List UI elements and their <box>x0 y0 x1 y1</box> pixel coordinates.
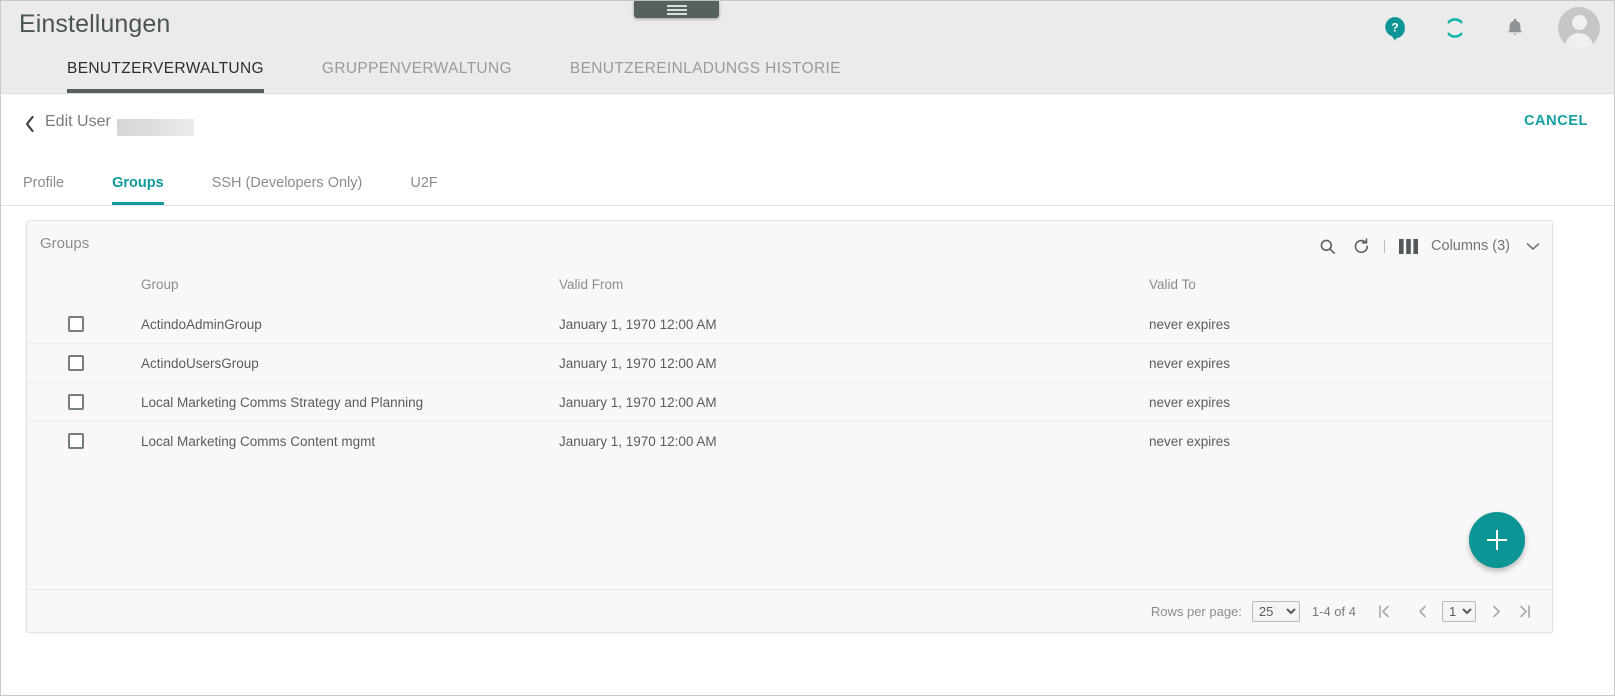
tab-profile[interactable]: Profile <box>23 175 64 205</box>
row-checkbox-cell <box>27 421 84 460</box>
tab-benutzerverwaltung[interactable]: BENUTZERVERWALTUNG <box>67 60 264 93</box>
notifications-bell-icon[interactable] <box>1498 11 1532 45</box>
tab-benutzereinladungs-historie[interactable]: BENUTZEREINLADUNGS HISTORIE <box>570 60 841 93</box>
cell-valid-to: never expires <box>1149 382 1552 422</box>
page-number-select[interactable]: 1 <box>1442 600 1476 622</box>
row-checkbox[interactable] <box>68 316 84 332</box>
detail-tabs: Profile Groups SSH (Developers Only) U2F <box>1 161 1614 206</box>
row-checkbox-cell <box>27 305 84 344</box>
header-icon-group: ? <box>1378 7 1600 49</box>
table-header-row: Group Valid From Valid To <box>27 271 1552 305</box>
last-page-icon[interactable] <box>1510 597 1538 625</box>
add-group-fab[interactable] <box>1469 512 1525 568</box>
tab-u2f[interactable]: U2F <box>410 175 437 205</box>
cell-group: Local Marketing Comms Strategy and Plann… <box>84 382 559 422</box>
redacted-user-name <box>117 119 194 136</box>
cell-group: ActindoAdminGroup <box>141 316 262 332</box>
groups-table: Group Valid From Valid To ActindoAdminGr… <box>27 271 1552 460</box>
cell-valid-to: never expires <box>1149 421 1552 460</box>
refresh-icon[interactable] <box>1344 230 1378 262</box>
app-header: Einstellungen ? BENUTZERVERWALTUNG GRUPP… <box>1 1 1614 94</box>
sync-icon[interactable] <box>1438 11 1472 45</box>
table-row[interactable]: ActindoUsersGroup January 1, 1970 12:00 … <box>27 343 1552 383</box>
previous-page-icon[interactable] <box>1408 597 1436 625</box>
header-tabs: BENUTZERVERWALTUNG GRUPPENVERWALTUNG BEN… <box>1 53 899 93</box>
toolbar-actions: Columns (3) <box>1310 230 1540 262</box>
table-row[interactable]: ActindoAdminGroup January 1, 1970 12:00 … <box>27 305 1552 344</box>
edit-user-title: Edit User <box>45 113 111 130</box>
card-title: Groups <box>40 235 90 252</box>
column-header-valid-to[interactable]: Valid To <box>1149 271 1552 305</box>
cell-valid-from: January 1, 1970 12:00 AM <box>559 421 1149 460</box>
cell-valid-from: January 1, 1970 12:00 AM <box>559 382 1149 422</box>
rows-per-page-select[interactable]: 5102550100 <box>1251 600 1300 622</box>
user-avatar[interactable] <box>1558 7 1600 49</box>
table-row[interactable]: Local Marketing Comms Strategy and Plann… <box>27 382 1552 422</box>
cell-group: Local Marketing Comms Content mgmt <box>84 421 559 460</box>
header-checkbox-cell <box>27 271 84 305</box>
tab-ssh-developers-only[interactable]: SSH (Developers Only) <box>212 175 363 205</box>
groups-table-body: ActindoAdminGroup January 1, 1970 12:00 … <box>27 305 1552 460</box>
cell-group: ActindoUsersGroup <box>84 343 559 383</box>
sub-header: Edit User CANCEL <box>1 95 1614 158</box>
row-checkbox-cell <box>27 382 84 422</box>
back-chevron-icon[interactable] <box>23 114 36 134</box>
search-icon[interactable] <box>1310 230 1344 262</box>
table-row[interactable]: Local Marketing Comms Content mgmt Janua… <box>27 421 1552 460</box>
column-header-valid-from[interactable]: Valid From <box>559 271 1149 305</box>
cell-valid-to: never expires <box>1149 316 1231 332</box>
cancel-button[interactable]: CANCEL <box>1524 113 1588 129</box>
avatar-body <box>1565 33 1593 49</box>
tab-groups[interactable]: Groups <box>112 175 164 205</box>
first-page-icon[interactable] <box>1370 597 1398 625</box>
help-icon[interactable]: ? <box>1378 11 1412 45</box>
columns-icon[interactable] <box>1391 230 1425 262</box>
pagination-range-label: 1-4 of 4 <box>1311 603 1356 619</box>
column-header-group[interactable]: Group <box>84 271 559 305</box>
cell-valid-from: January 1, 1970 12:00 AM <box>559 316 717 332</box>
tab-gruppenverwaltung[interactable]: GRUPPENVERWALTUNG <box>322 60 512 93</box>
hamburger-handle-icon <box>666 3 687 17</box>
chevron-down-icon[interactable] <box>1526 242 1540 251</box>
card-toolbar: Groups Columns (3) <box>27 221 1552 271</box>
avatar-head <box>1571 15 1587 30</box>
window-drag-handle[interactable] <box>634 1 719 18</box>
toolbar-divider <box>1384 239 1386 253</box>
svg-text:?: ? <box>1391 21 1398 35</box>
cell-valid-from: January 1, 1970 12:00 AM <box>559 343 1149 383</box>
columns-label[interactable]: Columns (3) <box>1431 238 1510 254</box>
table-pagination: Rows per page: 5102550100 1-4 of 4 1 <box>27 589 1552 632</box>
groups-table-head: Group Valid From Valid To <box>27 271 1552 305</box>
cell-valid-to: never expires <box>1149 343 1552 383</box>
row-checkbox[interactable] <box>68 394 84 410</box>
rows-per-page-label: Rows per page: <box>1150 603 1242 619</box>
application-window: Einstellungen ? BENUTZERVERWALTUNG GRUPP… <box>0 0 1615 696</box>
groups-card: Groups Columns (3) Group Valid From Vali… <box>26 220 1553 633</box>
row-checkbox-cell <box>27 343 84 383</box>
row-checkbox[interactable] <box>68 433 84 449</box>
page-title: Einstellungen <box>19 10 171 38</box>
row-checkbox[interactable] <box>68 355 84 371</box>
next-page-icon[interactable] <box>1482 597 1510 625</box>
